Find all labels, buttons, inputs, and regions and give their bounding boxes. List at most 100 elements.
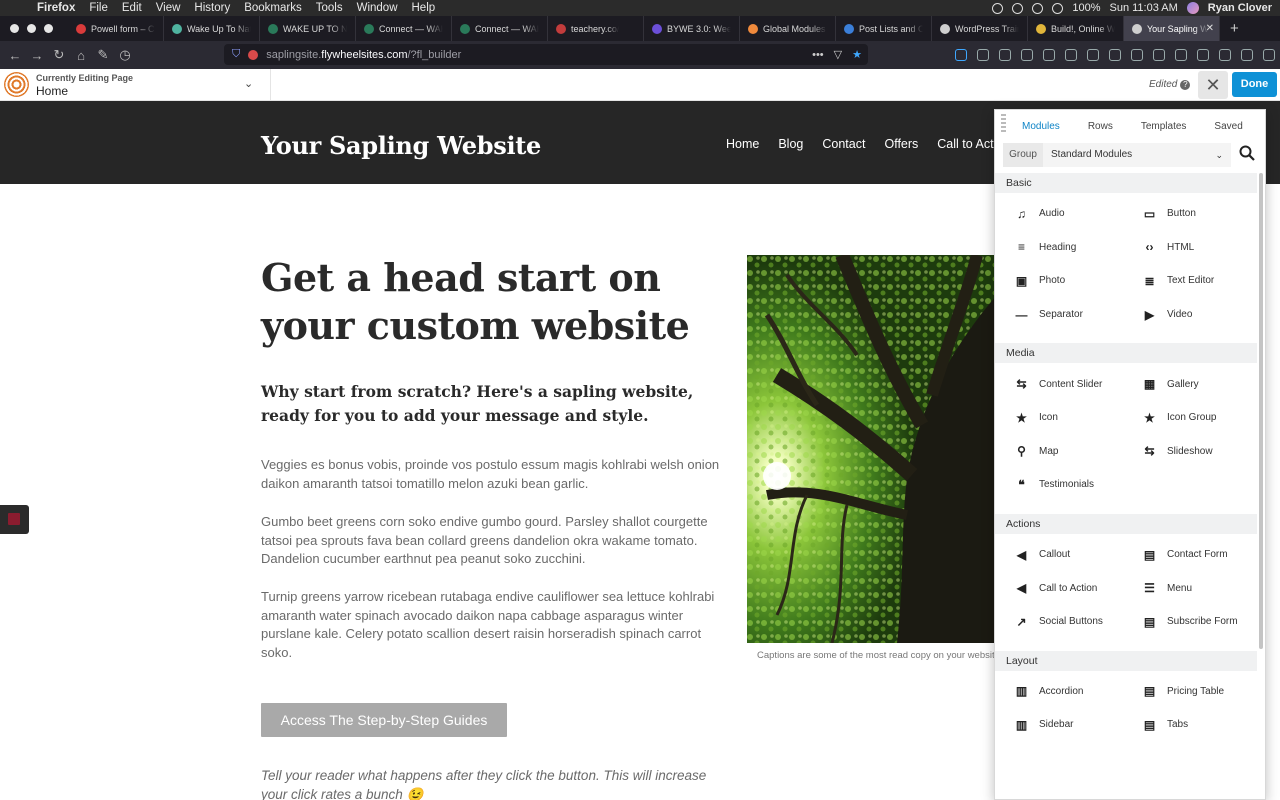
browser-tab[interactable]: teachery.co/ bbox=[548, 16, 644, 41]
menu-edit[interactable]: Edit bbox=[115, 0, 149, 16]
module-sidebar[interactable]: ▥ Sidebar bbox=[1015, 708, 1143, 742]
extension-icon[interactable] bbox=[1241, 49, 1253, 61]
module-testimonials[interactable]: ❝ Testimonials bbox=[1015, 468, 1143, 502]
menu-history[interactable]: History bbox=[187, 0, 237, 16]
page-name[interactable]: Home bbox=[36, 84, 68, 98]
browser-tab[interactable]: Global Modules a bbox=[740, 16, 836, 41]
module-html[interactable]: ‹› HTML bbox=[1143, 231, 1257, 265]
module-menu[interactable]: ☰ Menu bbox=[1143, 571, 1257, 605]
extension-icon[interactable] bbox=[1131, 49, 1143, 61]
shield-icon[interactable]: ⛉ bbox=[232, 48, 240, 61]
browser-tab[interactable]: Build!, Online We bbox=[1028, 16, 1124, 41]
history-icon[interactable]: ◷ bbox=[114, 47, 136, 63]
photo-caption[interactable]: Captions are some of the most read copy … bbox=[757, 650, 997, 661]
module-subscribe-form[interactable]: ▤ Subscribe Form bbox=[1143, 605, 1257, 639]
extension-icon[interactable] bbox=[1175, 49, 1187, 61]
menu-bookmarks[interactable]: Bookmarks bbox=[237, 0, 309, 16]
fullscreen-icon[interactable] bbox=[999, 49, 1011, 61]
module-video[interactable]: ▶ Video bbox=[1143, 298, 1257, 332]
browser-tab[interactable]: Connect — WAKE bbox=[356, 16, 452, 41]
menu-tools[interactable]: Tools bbox=[309, 0, 350, 16]
modules-list[interactable]: Basic ♫ Audio ▭ Button ≡ Heading ‹› HTML ▣ Photo ≣ T… bbox=[995, 173, 1257, 799]
status-icon[interactable] bbox=[1032, 2, 1044, 14]
wifi-icon[interactable] bbox=[1052, 2, 1064, 14]
status-icon[interactable] bbox=[992, 2, 1004, 14]
tab-rows[interactable]: Rows bbox=[1088, 121, 1113, 132]
site-title[interactable]: Your Sapling Website bbox=[261, 131, 541, 160]
close-panel-button[interactable]: ✕ bbox=[1198, 71, 1228, 99]
module-pricing-table[interactable]: ▤ Pricing Table bbox=[1143, 675, 1257, 709]
menu-app-name[interactable]: Firefox bbox=[30, 0, 82, 16]
module-slideshow[interactable]: ⇆ Slideshow bbox=[1143, 435, 1257, 469]
home-icon[interactable]: ⌂ bbox=[70, 48, 92, 63]
search-icon[interactable] bbox=[1239, 145, 1255, 161]
back-icon[interactable]: ← bbox=[4, 48, 26, 63]
url-bar[interactable]: ⛉ saplingsite.flywheelsites.com/?fl_buil… bbox=[224, 44, 868, 65]
user-name[interactable]: Ryan Clover bbox=[1208, 2, 1272, 14]
module-icon-group[interactable]: ★ Icon Group bbox=[1143, 401, 1257, 435]
sidebar-icon[interactable] bbox=[1021, 49, 1033, 61]
browser-tab[interactable]: Wake Up To Natu bbox=[164, 16, 260, 41]
browser-tab[interactable]: BYWE 3.0: Week bbox=[644, 16, 740, 41]
module-callout[interactable]: ◀ Callout bbox=[1015, 538, 1143, 572]
module-heading[interactable]: ≡ Heading bbox=[1015, 231, 1143, 265]
group-select[interactable]: Standard Modules ⌄ bbox=[1043, 143, 1231, 167]
module-text-editor[interactable]: ≣ Text Editor bbox=[1143, 264, 1257, 298]
extension-icon[interactable] bbox=[1043, 49, 1055, 61]
status-icon[interactable] bbox=[1012, 2, 1024, 14]
body-paragraph[interactable]: Veggies es bonus vobis, proinde vos post… bbox=[261, 456, 721, 493]
nav-offers[interactable]: Offers bbox=[884, 137, 918, 151]
help-icon[interactable]: ? bbox=[1180, 80, 1191, 90]
nav-contact[interactable]: Contact bbox=[822, 137, 865, 151]
button-note[interactable]: Tell your reader what happens after they… bbox=[261, 767, 721, 800]
tree-photo[interactable] bbox=[747, 255, 997, 643]
guides-button[interactable]: Access The Step-by-Step Guides bbox=[261, 703, 507, 737]
module-icon[interactable]: ★ Icon bbox=[1015, 401, 1143, 435]
url-text[interactable]: saplingsite.flywheelsites.com/?fl_builde… bbox=[266, 49, 461, 61]
extension-icon[interactable] bbox=[1109, 49, 1121, 61]
new-tab-button[interactable]: + bbox=[1220, 20, 1249, 37]
user-avatar[interactable] bbox=[1186, 2, 1199, 14]
tab-templates[interactable]: Templates bbox=[1141, 121, 1187, 132]
body-paragraph[interactable]: Turnip greens yarrow ricebean rutabaga e… bbox=[261, 588, 721, 663]
clock[interactable]: Sun 11:03 AM bbox=[1110, 2, 1178, 14]
module-button[interactable]: ▭ Button bbox=[1143, 197, 1257, 231]
browser-tab[interactable]: Connect — WAKE bbox=[452, 16, 548, 41]
extension-icon[interactable] bbox=[1219, 49, 1231, 61]
close-window-button[interactable] bbox=[10, 24, 19, 33]
downloads-icon[interactable] bbox=[955, 49, 967, 61]
reload-icon[interactable]: ↻ bbox=[48, 47, 70, 63]
edited-status[interactable]: Edited? bbox=[1149, 79, 1191, 90]
tab-saved[interactable]: Saved bbox=[1214, 121, 1242, 132]
notes-tab-icon[interactable] bbox=[0, 505, 29, 534]
browser-tab[interactable]: WAKE UP TO NAT bbox=[260, 16, 356, 41]
hero-subheading[interactable]: Why start from scratch? Here's a sapling… bbox=[261, 380, 731, 428]
extension-icon[interactable] bbox=[1065, 49, 1077, 61]
wrench-icon[interactable]: ✎ bbox=[92, 47, 114, 63]
tab-modules[interactable]: Modules bbox=[1022, 121, 1060, 132]
menu-help[interactable]: Help bbox=[405, 0, 443, 16]
forward-icon[interactable]: → bbox=[26, 48, 48, 63]
browser-tab[interactable]: WordPress Trainin bbox=[932, 16, 1028, 41]
pocket-icon[interactable]: ▽ bbox=[834, 48, 842, 61]
module-social-buttons[interactable]: ↗ Social Buttons bbox=[1015, 605, 1143, 639]
chevron-down-icon[interactable]: ⌄ bbox=[244, 77, 253, 90]
module-tabs[interactable]: ▤ Tabs bbox=[1143, 708, 1257, 742]
close-tab-icon[interactable]: ✕ bbox=[1206, 23, 1214, 34]
module-gallery[interactable]: ▦ Gallery bbox=[1143, 367, 1257, 401]
module-photo[interactable]: ▣ Photo bbox=[1015, 264, 1143, 298]
hero-heading[interactable]: Get a head start on your custom website bbox=[261, 254, 731, 350]
page-actions-icon[interactable]: ••• bbox=[812, 49, 824, 61]
browser-tab[interactable]: Powell form – Co bbox=[68, 16, 164, 41]
nav-call-to-action[interactable]: Call to Acti bbox=[937, 137, 996, 151]
nav-blog[interactable]: Blog bbox=[778, 137, 803, 151]
module-separator[interactable]: — Separator bbox=[1015, 298, 1143, 332]
body-paragraph[interactable]: Gumbo beet greens corn soko endive gumbo… bbox=[261, 513, 721, 569]
extension-icon[interactable] bbox=[1153, 49, 1165, 61]
module-contact-form[interactable]: ▤ Contact Form bbox=[1143, 538, 1257, 572]
done-button[interactable]: Done bbox=[1232, 72, 1277, 97]
module-accordion[interactable]: ▥ Accordion bbox=[1015, 675, 1143, 709]
minimize-window-button[interactable] bbox=[27, 24, 36, 33]
menu-window[interactable]: Window bbox=[350, 0, 405, 16]
browser-tab[interactable]: Your Sapling W ✕ bbox=[1124, 16, 1220, 41]
